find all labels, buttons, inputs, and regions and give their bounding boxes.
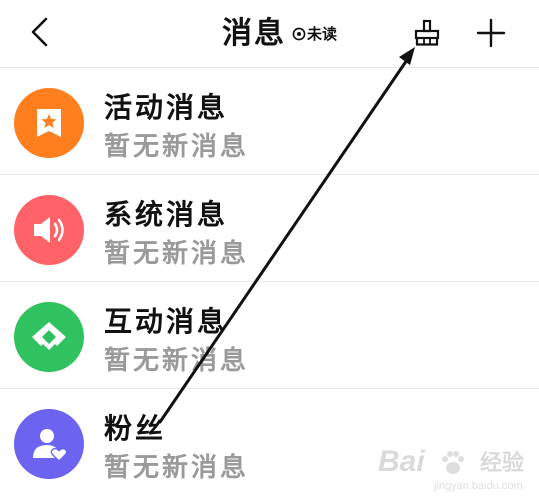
system-avatar [14,195,84,265]
list-item-subtitle: 暂无新消息 [104,453,250,483]
unread-filter[interactable]: 未读 [292,26,337,42]
watermark-brand-cn: 经验 [480,450,525,475]
list-item-subtitle: 暂无新消息 [104,239,250,269]
list-item-system[interactable]: 系统消息 暂无新消息 [0,175,539,282]
clear-unread-button[interactable] [410,16,444,50]
fans-avatar [14,409,84,479]
user-heart-icon [33,429,68,462]
chevron-left-icon [31,17,48,47]
baidu-watermark: Bai 经验 jingyan.baidu.com [378,446,528,496]
add-button[interactable] [472,14,510,52]
list-item-title: 活动消息 [104,91,229,124]
target-icon [292,27,306,41]
list-item-activity[interactable]: 活动消息 暂无新消息 [0,68,539,175]
list-item-subtitle: 暂无新消息 [104,346,250,376]
list-item-title: 系统消息 [104,198,229,231]
page-title: 消息 [222,16,286,51]
watermark-brand: Bai [378,445,425,478]
unread-label: 未读 [307,25,338,43]
list-item-subtitle: 暂无新消息 [104,132,250,162]
bookmark-star-icon [37,109,61,137]
back-button[interactable] [22,14,56,50]
header-bar: 消息 未读 [0,0,539,68]
paw-icon [442,451,464,474]
list-item-title: 互动消息 [104,305,229,338]
handshake-icon [32,322,66,350]
activity-avatar [14,88,84,158]
plus-icon [476,18,506,48]
list-item-interaction[interactable]: 互动消息 暂无新消息 [0,282,539,389]
interaction-avatar [14,302,84,372]
title-group: 消息 未读 [222,12,337,52]
speaker-icon [34,217,64,243]
watermark-url: jingyan.baidu.com [434,480,523,492]
list-item-title: 粉丝 [104,412,167,445]
broom-icon [414,19,440,46]
